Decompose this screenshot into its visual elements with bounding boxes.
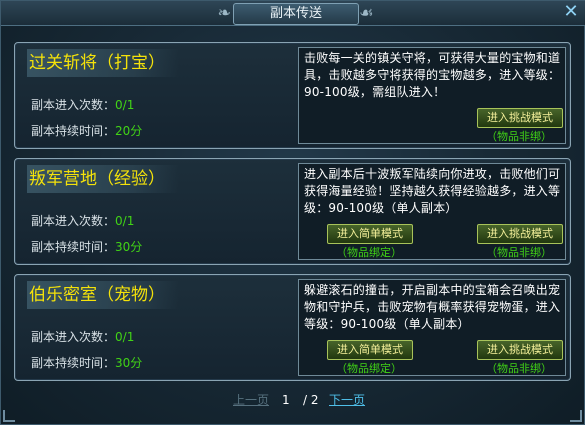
dungeon-panel-2: 叛军营地（经验） 副本进入次数：0/1 副本持续时间：30分 进入副本后十波叛军…: [14, 158, 571, 265]
enter-challenge-mode-button[interactable]: 进入挑战模式: [477, 340, 563, 360]
duration-label: 副本持续时间：: [31, 124, 116, 138]
current-page: 1: [282, 393, 290, 407]
dungeon-name: 过关斩将（打宝）: [27, 49, 179, 77]
duration-label: 副本持续时间：: [31, 240, 116, 254]
duration-value: 30分: [115, 240, 143, 254]
description-text: 躲避滚石的撞击，开启副本中的宝箱会召唤出宠物和守护兵，击败宠物有概率获得宠物蛋，…: [304, 283, 561, 331]
enter-easy-mode-button[interactable]: 进入简单模式: [327, 224, 413, 244]
duration-label: 副本持续时间：: [31, 356, 116, 370]
entries-label: 副本进入次数：: [31, 214, 116, 228]
window-title: 副本传送: [233, 3, 359, 25]
entries-label: 副本进入次数：: [31, 330, 116, 344]
enter-challenge-mode-button[interactable]: 进入挑战模式: [477, 224, 563, 244]
duration-value: 20分: [115, 124, 143, 138]
total-pages: / 2: [303, 393, 319, 407]
entries-stat: 副本进入次数：0/1: [31, 328, 134, 345]
description-box: 击败每一关的镇关守将，可获得大量的宝物和道具，击败越多守将获得的宝物越多，进入等…: [298, 47, 566, 144]
corner-ornament: [3, 410, 15, 422]
pagination: 上一页 1 / 2 下一页: [1, 391, 585, 409]
duration-stat: 副本持续时间：30分: [31, 354, 142, 371]
enter-easy-mode-button[interactable]: 进入简单模式: [327, 340, 413, 360]
duration-stat: 副本持续时间：20分: [31, 122, 142, 139]
entries-value: 0/1: [115, 330, 135, 344]
description-text: 击败每一关的镇关守将，可获得大量的宝物和道具，击败越多守将获得的宝物越多，进入等…: [304, 51, 561, 99]
entries-stat: 副本进入次数：0/1: [31, 96, 134, 113]
dungeon-name: 伯乐密室（宠物）: [27, 281, 179, 309]
dungeon-teleport-window: ❧ 副本传送 ☙ ✕ 过关斩将（打宝） 副本进入次数：0/1 副本持续时间：20…: [0, 0, 585, 425]
description-box: 进入副本后十波叛军陆续向你进攻，击败他们可获得海量经验！坚持越久获得经验越多，进…: [298, 163, 566, 260]
duration-stat: 副本持续时间：30分: [31, 238, 142, 255]
prev-page-link[interactable]: 上一页: [233, 391, 269, 409]
item-bound-tag: （物品绑定）: [336, 246, 402, 259]
enter-challenge-mode-button[interactable]: 进入挑战模式: [477, 108, 563, 128]
item-unbound-tag: （物品非绑）: [486, 362, 552, 375]
title-ornament-left-icon: ❧: [217, 3, 231, 22]
entries-value: 0/1: [115, 98, 135, 112]
entries-value: 0/1: [115, 214, 135, 228]
next-page-link[interactable]: 下一页: [329, 391, 365, 409]
item-unbound-tag: （物品非绑）: [486, 246, 552, 259]
duration-value: 30分: [115, 356, 143, 370]
entries-label: 副本进入次数：: [31, 98, 116, 112]
item-bound-tag: （物品绑定）: [336, 362, 402, 375]
description-box: 躲避滚石的撞击，开启副本中的宝箱会召唤出宠物和守护兵，击败宠物有概率获得宠物蛋，…: [298, 279, 566, 376]
description-text: 进入副本后十波叛军陆续向你进攻，击败他们可获得海量经验！坚持越久获得经验越多，进…: [304, 167, 561, 215]
entries-stat: 副本进入次数：0/1: [31, 212, 134, 229]
corner-ornament: [570, 410, 582, 422]
dungeon-name: 叛军营地（经验）: [27, 165, 179, 193]
item-unbound-tag: （物品非绑）: [486, 130, 552, 143]
dungeon-panel-3: 伯乐密室（宠物） 副本进入次数：0/1 副本持续时间：30分 躲避滚石的撞击，开…: [14, 274, 571, 381]
close-icon[interactable]: ✕: [562, 3, 580, 21]
dungeon-panel-1: 过关斩将（打宝） 副本进入次数：0/1 副本持续时间：20分 击败每一关的镇关守…: [14, 42, 571, 149]
title-ornament-right-icon: ☙: [359, 3, 374, 22]
title-bar[interactable]: ❧ 副本传送 ☙ ✕: [1, 1, 585, 26]
